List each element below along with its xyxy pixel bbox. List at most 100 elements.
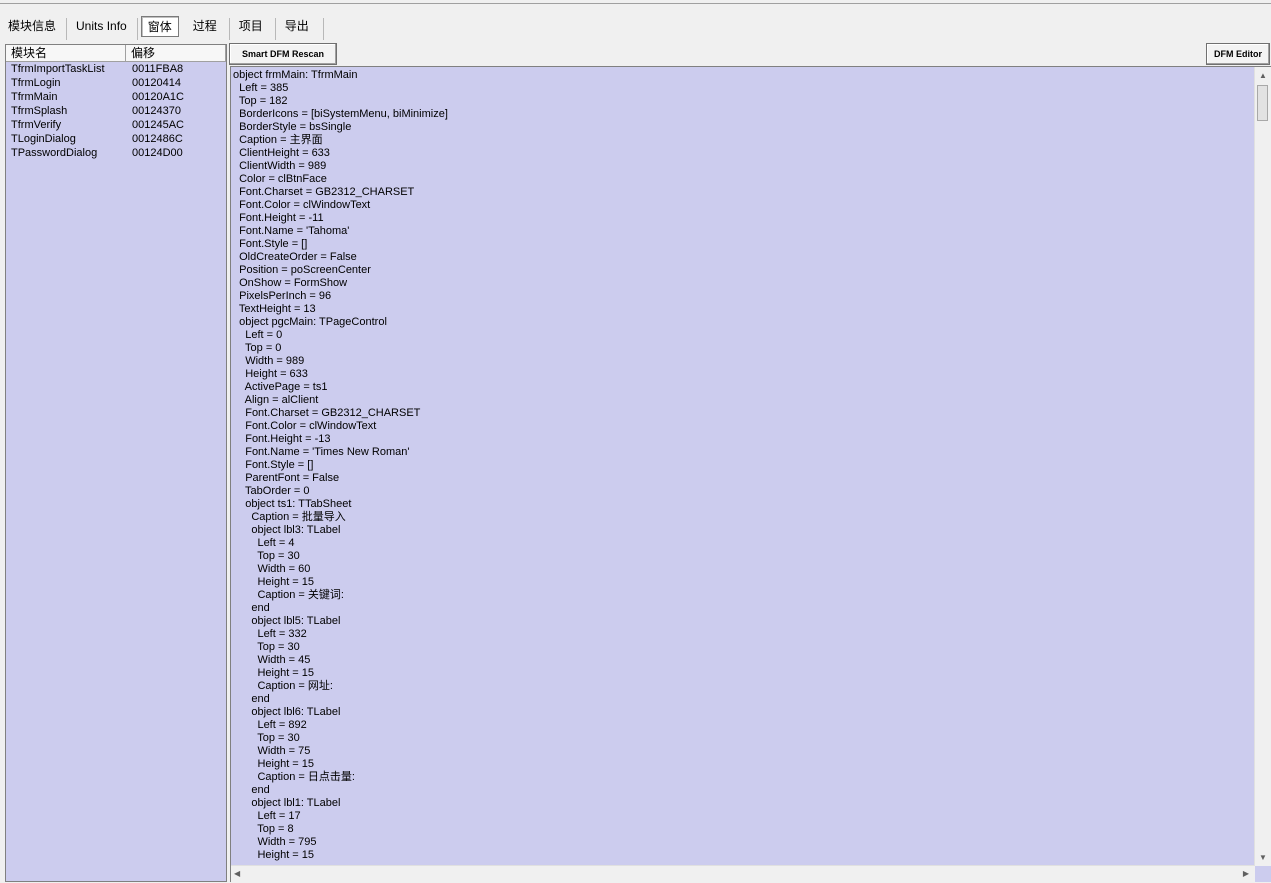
dfm-line: Font.Style = [] — [233, 238, 308, 250]
dfm-line: Font.Name = 'Tahoma' — [233, 225, 350, 237]
top-border — [0, 0, 1271, 4]
module-offset-cell: 0011FBA8 — [132, 63, 184, 75]
dfm-line: Top = 182 — [233, 95, 288, 107]
vertical-scroll-thumb[interactable] — [1257, 85, 1268, 121]
dfm-line: BorderStyle = bsSingle — [233, 121, 352, 133]
smart-dfm-rescan-button[interactable]: Smart DFM Rescan — [229, 43, 337, 65]
dfm-line: ClientHeight = 633 — [233, 147, 330, 159]
dfm-line: Caption = 批量导入 — [233, 511, 346, 523]
dfm-line: Font.Charset = GB2312_CHARSET — [233, 186, 415, 198]
dfm-line: Height = 15 — [233, 667, 315, 679]
module-row[interactable]: TfrmMain 00120A1C — [6, 90, 226, 104]
module-offset-cell: 00124D00 — [132, 147, 183, 159]
dfm-line: Left = 332 — [233, 628, 307, 640]
dfm-line: object frmMain: TfrmMain — [233, 69, 358, 81]
tab-0[interactable]: 模块信息 — [0, 15, 68, 40]
dfm-line: Caption = 关键词: — [233, 589, 344, 601]
module-offset-cell: 001245AC — [132, 119, 184, 131]
dfm-line: Caption = 日点击量: — [233, 771, 355, 783]
dfm-line: object pgcMain: TPageControl — [233, 316, 387, 328]
dfm-line: Caption = 主界面 — [233, 134, 323, 146]
module-offset-cell: 0012486C — [132, 133, 183, 145]
dfm-line: Width = 989 — [233, 355, 305, 367]
dfm-line: ParentFont = False — [233, 472, 340, 484]
dfm-line: Top = 30 — [233, 732, 300, 744]
scroll-left-icon[interactable]: ◀ — [234, 866, 240, 882]
module-name-cell: TLoginDialog — [11, 133, 76, 145]
module-name-cell: TfrmLogin — [11, 77, 61, 89]
module-name-cell: TfrmImportTaskList — [11, 63, 105, 75]
module-name-cell: TPasswordDialog — [11, 147, 98, 159]
dfm-line: ClientWidth = 989 — [233, 160, 327, 172]
scroll-up-icon[interactable]: ▲ — [1255, 67, 1271, 84]
module-row[interactable]: TfrmSplash 00124370 — [6, 104, 226, 118]
tab-3[interactable]: 过程 — [183, 15, 230, 40]
dfm-editor-button[interactable]: DFM Editor — [1206, 43, 1270, 65]
module-row[interactable]: TfrmVerify 001245AC — [6, 118, 226, 132]
dfm-line: object lbl1: TLabel — [233, 797, 341, 809]
dfm-line: Width = 75 — [233, 745, 311, 757]
dfm-line: Left = 17 — [233, 810, 301, 822]
tab-2[interactable]: 窗体 — [140, 15, 179, 37]
main-tab-bar: 模块信息 Units Info 窗体 过程 项目 导出 — [0, 11, 324, 41]
dfm-line: object ts1: TTabSheet — [233, 498, 352, 510]
dfm-line: Font.Color = clWindowText — [233, 199, 371, 211]
dfm-line: Left = 385 — [233, 82, 289, 94]
dfm-line: Top = 30 — [233, 550, 300, 562]
dfm-line: Height = 15 — [233, 758, 315, 770]
module-row[interactable]: TPasswordDialog 00124D00 — [6, 146, 226, 160]
dfm-line: Position = poScreenCenter — [233, 264, 371, 276]
horizontal-scrollbar[interactable]: ◀ ▶ — [231, 865, 1255, 882]
dfm-line: Height = 15 — [233, 849, 315, 861]
column-header-module-name[interactable]: 模块名 — [6, 45, 126, 61]
module-list-header: 模块名 偏移 — [6, 45, 226, 62]
module-name-cell: TfrmMain — [11, 91, 58, 103]
dfm-line: Top = 30 — [233, 641, 300, 653]
dfm-line: object lbl3: TLabel — [233, 524, 341, 536]
dfm-line: Width = 795 — [233, 836, 317, 848]
module-name-cell: TfrmSplash — [11, 105, 68, 117]
module-list-view[interactable]: 模块名 偏移 TfrmImportTaskList 0011FBA8 TfrmLog… — [5, 44, 227, 882]
dfm-line: OldCreateOrder = False — [233, 251, 357, 263]
dfm-line: end — [233, 602, 270, 614]
dfm-line: OnShow = FormShow — [233, 277, 348, 289]
dfm-line: TabOrder = 0 — [233, 485, 310, 497]
dfm-line: Top = 0 — [233, 342, 282, 354]
module-offset-cell: 00120414 — [132, 77, 181, 89]
module-name-cell: TfrmVerify — [11, 119, 62, 131]
dfm-line: Width = 60 — [233, 563, 311, 575]
dfm-line: Left = 892 — [233, 719, 307, 731]
module-row[interactable]: TfrmImportTaskList 0011FBA8 — [6, 62, 226, 76]
dfm-line: Font.Charset = GB2312_CHARSET — [233, 407, 421, 419]
dfm-line: BorderIcons = [biSystemMenu, biMinimize] — [233, 108, 448, 120]
dfm-line: Left = 0 — [233, 329, 283, 341]
dfm-line: Font.Height = -13 — [233, 433, 331, 445]
tab-1[interactable]: Units Info — [66, 15, 138, 40]
vertical-scrollbar[interactable]: ▲ ▼ — [1254, 67, 1271, 866]
dfm-text-memo[interactable]: object frmMain: TfrmMain Left = 385 Top … — [230, 66, 1271, 882]
module-row[interactable]: TfrmLogin 00120414 — [6, 76, 226, 90]
dfm-source-text[interactable]: object frmMain: TfrmMain Left = 385 Top … — [233, 69, 1253, 862]
tab-5[interactable]: 导出 — [275, 15, 324, 40]
dfm-line: Font.Color = clWindowText — [233, 420, 377, 432]
dfm-line: Align = alClient — [233, 394, 319, 406]
scroll-right-icon[interactable]: ▶ — [1243, 866, 1249, 882]
dfm-line: Width = 45 — [233, 654, 311, 666]
dfm-line: Height = 15 — [233, 576, 315, 588]
module-offset-cell: 00120A1C — [132, 91, 184, 103]
column-header-offset[interactable]: 偏移 — [126, 45, 226, 61]
dfm-line: end — [233, 693, 270, 705]
dfm-line: Top = 8 — [233, 823, 294, 835]
dfm-line: ActivePage = ts1 — [233, 381, 328, 393]
dfm-line: Color = clBtnFace — [233, 173, 327, 185]
dfm-line: end — [233, 784, 270, 796]
scroll-down-icon[interactable]: ▼ — [1255, 849, 1271, 866]
dfm-line: TextHeight = 13 — [233, 303, 316, 315]
dfm-line: Caption = 网址: — [233, 680, 333, 692]
dfm-line: object lbl5: TLabel — [233, 615, 341, 627]
module-row[interactable]: TLoginDialog 0012486C — [6, 132, 226, 146]
dfm-line: Left = 4 — [233, 537, 295, 549]
dfm-line: Font.Name = 'Times New Roman' — [233, 446, 410, 458]
dfm-line: Font.Style = [] — [233, 459, 314, 471]
tab-4[interactable]: 项目 — [229, 15, 276, 40]
